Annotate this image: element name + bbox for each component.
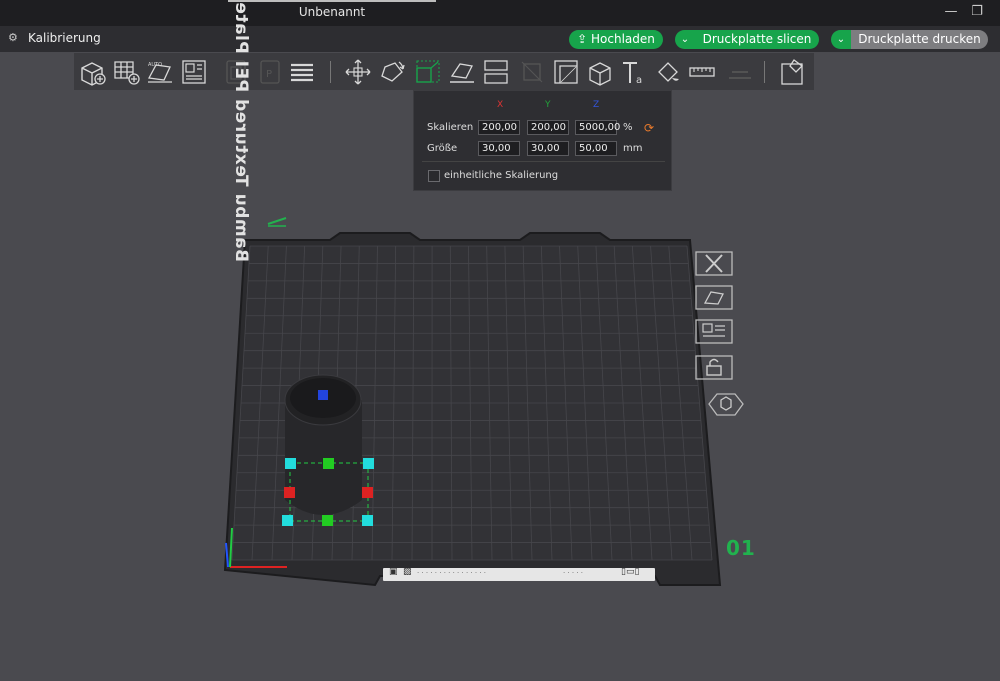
- grid-line: [613, 245, 633, 561]
- lock-icon[interactable]: [695, 355, 733, 380]
- upload-button[interactable]: ⇪ Hochladen: [569, 30, 663, 49]
- print-plate-button[interactable]: Druckplatte drucken: [851, 30, 988, 49]
- slice-dropdown-button[interactable]: ⌄: [675, 30, 695, 49]
- lay-on-face-icon[interactable]: [448, 58, 476, 86]
- scale-x-input[interactable]: 200,00: [478, 120, 520, 135]
- grid-line: [668, 245, 693, 561]
- grid-line: [331, 245, 342, 561]
- axis-x-label: X: [497, 100, 504, 110]
- add-cube-icon[interactable]: [78, 58, 106, 86]
- size-unit: mm: [623, 143, 643, 154]
- svg-text:P: P: [266, 69, 272, 80]
- rotate-icon[interactable]: [378, 58, 406, 86]
- grid-line: [468, 245, 473, 561]
- size-x-input[interactable]: 30,00: [478, 141, 520, 156]
- image-icon[interactable]: ▨: [403, 567, 412, 577]
- axis-z-label: Z: [593, 100, 600, 110]
- scale-z-input[interactable]: 5000,00: [575, 120, 620, 135]
- toolbar-separator: [764, 61, 765, 83]
- grid-line: [371, 245, 378, 561]
- project-label: Kalibrierung: [28, 31, 101, 45]
- settings-hex-icon[interactable]: [707, 392, 745, 417]
- close-icon[interactable]: [695, 251, 733, 276]
- size-z-input[interactable]: 50,00: [575, 141, 617, 156]
- top-menubar: ⚙ Kalibrierung ⇪ Hochladen ⌄ Druckplatte…: [0, 26, 1000, 52]
- layers-icon[interactable]: [288, 58, 316, 86]
- split-icon[interactable]: [482, 58, 510, 86]
- grid-line: [486, 245, 493, 561]
- auto-orient-icon[interactable]: AUTO: [146, 58, 174, 86]
- grid-line: [311, 245, 324, 561]
- scale-y-input[interactable]: 200,00: [527, 120, 569, 135]
- support-paint-icon[interactable]: [552, 58, 580, 86]
- auto-orient-icon[interactable]: [695, 285, 733, 310]
- cut-icon[interactable]: [518, 58, 546, 86]
- scale-unit: %: [623, 122, 633, 133]
- uniform-scale-checkbox[interactable]: [428, 170, 440, 182]
- restore-icon[interactable]: ❐: [967, 3, 987, 21]
- grid-line: [577, 245, 593, 561]
- paint-color-icon[interactable]: [654, 58, 682, 86]
- grid-line: [522, 245, 533, 561]
- grid-line: [271, 245, 287, 561]
- upload-label: Hochladen: [591, 32, 655, 46]
- window-titlebar: Unbenannt — ❐: [0, 0, 1000, 26]
- print-dropdown-button[interactable]: ⌄: [831, 30, 851, 49]
- grid-line: [595, 245, 613, 561]
- plate-options-icon[interactable]: ▯▭▯: [621, 567, 639, 577]
- bottom-bar-text-right: · · · · ·: [563, 569, 584, 577]
- grid-line: [449, 245, 453, 561]
- size-y-input[interactable]: 30,00: [527, 141, 569, 156]
- grid-line: [650, 245, 673, 561]
- grid-line: [504, 245, 513, 561]
- plate-name-label: Bambu Textured PEI Plate: [231, 1, 251, 262]
- chevron-down-icon: ⌄: [836, 34, 846, 45]
- window-title: Unbenannt: [298, 5, 366, 19]
- reset-icon[interactable]: ⟳: [644, 122, 656, 134]
- scale-label: Skalieren: [427, 122, 474, 133]
- size-label: Größe: [427, 143, 458, 154]
- panel-divider: [422, 161, 665, 162]
- measure-icon[interactable]: [688, 58, 716, 86]
- text-icon[interactable]: a: [620, 58, 648, 86]
- grid-line: [391, 245, 397, 561]
- arrange-icon[interactable]: [695, 319, 733, 344]
- assembly-icon[interactable]: [586, 58, 614, 86]
- grid-line: [559, 245, 573, 561]
- titlebar-accent: [228, 0, 436, 2]
- scale-icon[interactable]: [414, 58, 442, 86]
- main-toolbar: AUTO P a: [74, 53, 814, 90]
- toolbar-separator: [330, 61, 331, 83]
- uniform-scale-label: einheitliche Skalierung: [444, 170, 559, 181]
- slice-plate-button[interactable]: Druckplatte slicen: [695, 30, 819, 49]
- emboss-icon[interactable]: [726, 58, 754, 86]
- slice-icon[interactable]: ▣: [389, 567, 398, 577]
- grid-line: [540, 245, 553, 561]
- plate-icon[interactable]: P: [256, 58, 284, 86]
- axis-y-label: Y: [545, 100, 551, 110]
- gear-icon: ⚙: [8, 31, 18, 44]
- scale-panel: X Y Z Skalieren 200,00 200,00 5000,00 % …: [413, 90, 672, 191]
- assembly-view-icon[interactable]: [778, 58, 806, 86]
- grid-line: [631, 245, 653, 561]
- chevron-down-icon: ⌄: [680, 34, 690, 45]
- svg-text:a: a: [636, 75, 642, 86]
- grid-line: [291, 245, 306, 561]
- grid-line: [231, 245, 251, 561]
- arrange-icon[interactable]: [180, 58, 208, 86]
- grid-line: [411, 245, 415, 561]
- grid-line: [351, 245, 360, 561]
- bottom-bar-text: · · · · · · · · · · · · · · · ·: [417, 569, 486, 577]
- move-icon[interactable]: [344, 58, 372, 86]
- minimize-icon[interactable]: —: [941, 3, 961, 21]
- project-menu[interactable]: ⚙ Kalibrierung: [8, 31, 101, 45]
- plate-number[interactable]: 01: [726, 536, 756, 560]
- add-grid-icon[interactable]: [112, 58, 140, 86]
- svg-text:AUTO: AUTO: [148, 62, 162, 68]
- plate-bottom-bar: ▣ ▨ · · · · · · · · · · · · · · · · · · …: [383, 567, 655, 581]
- upload-icon: ⇪: [577, 32, 591, 46]
- grid-line: [251, 245, 269, 561]
